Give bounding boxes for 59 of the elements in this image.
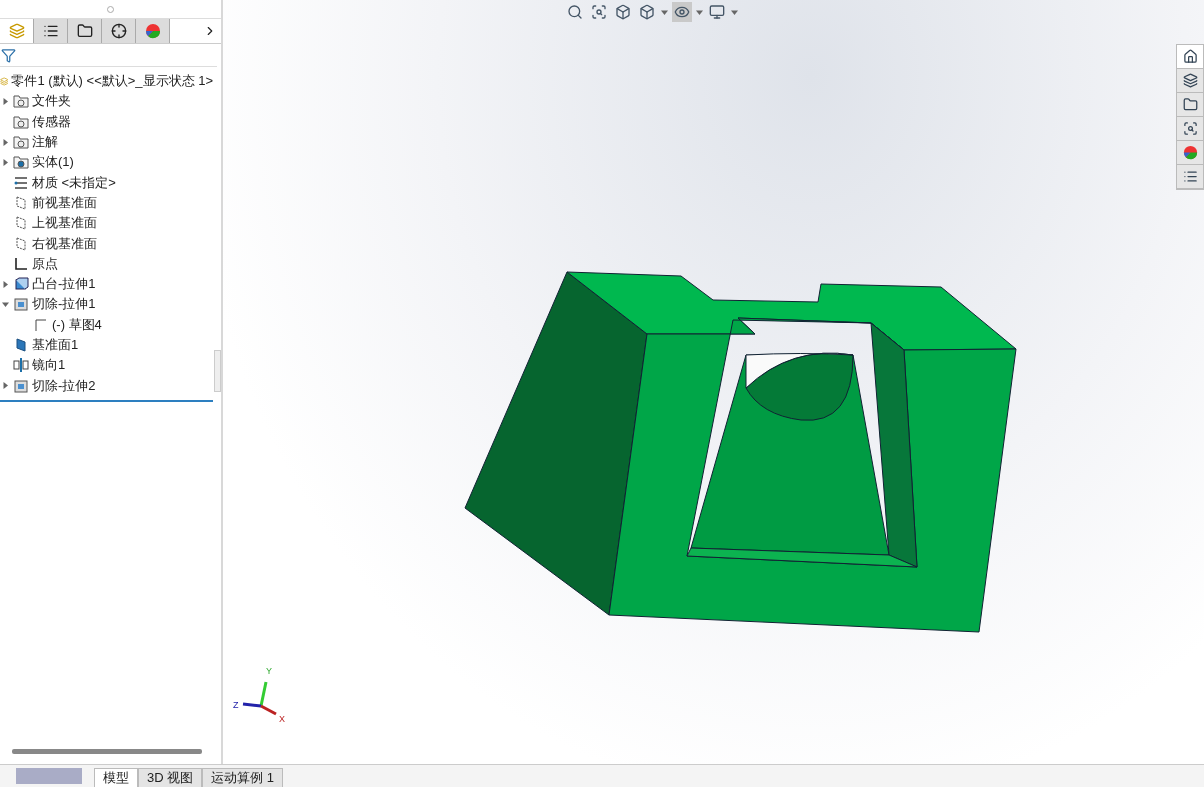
extrude-icon — [13, 276, 29, 293]
cut-extrude-icon — [13, 377, 29, 394]
list-icon — [42, 23, 59, 39]
tree-item[interactable]: 基准面1 — [32, 336, 79, 354]
color-wheel-icon — [144, 23, 161, 39]
plane-icon — [13, 215, 29, 232]
tree-item[interactable]: 文件夹 — [32, 92, 71, 111]
scrollbar-thumb[interactable] — [12, 749, 202, 754]
tree-item[interactable]: 实体(1) — [32, 153, 74, 172]
collapse-caret-icon[interactable] — [1, 300, 9, 308]
material-icon — [13, 174, 29, 191]
caret-icon[interactable] — [731, 8, 738, 16]
panel-tab[interactable] — [102, 19, 136, 43]
tree-item[interactable]: 切除-拉伸1 — [32, 295, 96, 314]
expand-caret-icon[interactable] — [1, 280, 9, 288]
tree-item[interactable]: 右视基准面 — [32, 234, 97, 253]
caret-icon[interactable] — [696, 8, 703, 16]
crosshair-icon — [110, 23, 127, 39]
expand-caret-icon[interactable] — [1, 97, 9, 105]
eye-icon[interactable] — [672, 2, 692, 22]
panel-tab[interactable] — [68, 19, 102, 43]
folder-icon — [76, 23, 93, 39]
tree-item[interactable]: 原点 — [32, 254, 58, 273]
expand-caret-icon[interactable] — [1, 158, 9, 166]
folder-icon — [13, 93, 29, 110]
caret-icon[interactable] — [661, 8, 668, 16]
tree-item[interactable]: 镜向1 — [32, 356, 66, 375]
plane-icon — [13, 337, 29, 353]
tree-item[interactable]: 材质 <未指定> — [32, 173, 116, 192]
panel-collapse-handle[interactable] — [214, 350, 221, 392]
sheet-tab[interactable]: 运动算例 1 — [202, 768, 284, 787]
expand-caret-icon[interactable] — [1, 138, 9, 146]
sketch-icon — [33, 316, 49, 333]
mirror-icon — [13, 357, 29, 374]
filter-icon[interactable] — [1, 47, 16, 63]
sheet-tab[interactable]: 模型 — [94, 768, 138, 787]
plane-icon — [13, 235, 29, 252]
tree-item[interactable]: (-) 草图4 — [52, 315, 102, 334]
sheet-tab[interactable]: 3D 视图 — [138, 768, 203, 787]
panel-tab[interactable] — [34, 19, 68, 43]
monitor-icon[interactable] — [707, 2, 727, 22]
axis-triad-drawing: Y Z X — [231, 664, 291, 724]
tree-item[interactable]: 凸台-拉伸1 — [32, 275, 96, 294]
tree-item[interactable]: 前视基准面 — [32, 193, 97, 212]
layers-icon — [8, 23, 25, 39]
expand-caret-icon[interactable] — [1, 382, 9, 390]
tree-item[interactable]: 切除-拉伸2 — [32, 376, 96, 395]
solid-body-folder-icon — [13, 154, 29, 171]
plane-icon — [13, 194, 29, 211]
tree-item[interactable]: 上视基准面 — [32, 214, 97, 233]
tree-item[interactable]: 传感器 — [32, 112, 71, 131]
cut-extrude-icon — [13, 296, 29, 313]
zoom-area-icon[interactable] — [589, 2, 609, 22]
origin-icon — [13, 255, 29, 272]
sensor-folder-icon — [13, 113, 29, 130]
tree-item[interactable]: 注解 — [32, 133, 58, 152]
tree-root-item[interactable]: 零件1 (默认) <<默认>_显示状态 1> — [11, 72, 213, 91]
annotation-folder-icon — [13, 134, 29, 151]
home-icon[interactable] — [1177, 45, 1203, 69]
